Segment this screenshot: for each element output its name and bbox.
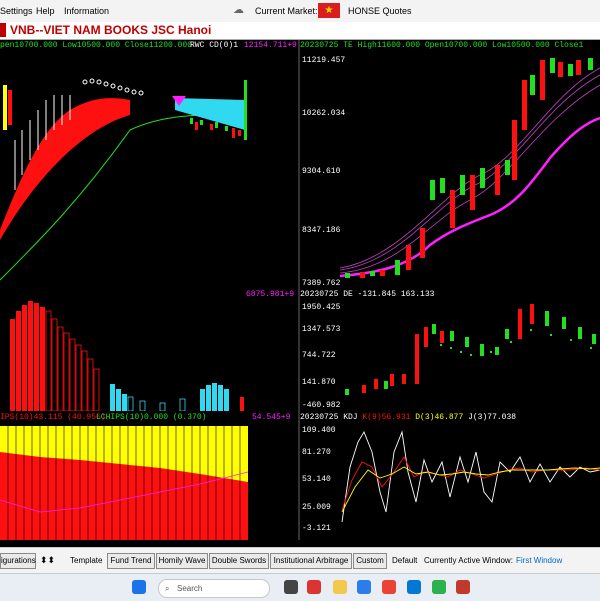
candles-red: [360, 60, 581, 278]
reorder-arrows-icon[interactable]: ⬍⬍: [40, 555, 55, 566]
institutional-arbitrage-button[interactable]: Institutional Arbitrage: [270, 553, 352, 569]
search-icon: ⌕: [165, 584, 170, 593]
app-icon[interactable]: [307, 580, 321, 594]
edge-icon[interactable]: [407, 580, 421, 594]
chart-bar: [8, 90, 12, 125]
price-panel-left[interactable]: pen10700.000 Low10500.000 Close11200.000…: [0, 40, 298, 288]
price-left-chart: [0, 78, 247, 281]
green-dots: [440, 329, 592, 356]
search-placeholder: Search: [177, 584, 203, 593]
cloud-icon: ☁: [233, 4, 244, 16]
app-logo-icon: [0, 23, 6, 37]
title-bar: VNB--VIET NAM BOOKS JSC Hanoi: [0, 22, 600, 40]
panel-divider[interactable]: [298, 40, 300, 540]
red-candles: [362, 304, 534, 393]
de-panel-right[interactable]: 20230725 DE -131.845 163.133 1950.425 13…: [300, 289, 600, 411]
double-swords-button[interactable]: Double Swords: [209, 553, 269, 569]
default-label[interactable]: Default: [392, 556, 417, 565]
custom-button[interactable]: Custom: [353, 553, 387, 569]
red-bar: [240, 397, 244, 411]
k-line: [341, 456, 600, 511]
green-candles: [345, 311, 596, 395]
circle-markers: [82, 78, 144, 96]
menu-information[interactable]: Information: [64, 6, 109, 16]
kdj-panel-left[interactable]: IPS(10)43.115 (40.956) LCHIPS(10)0.000 (…: [0, 412, 298, 540]
mail-icon[interactable]: [357, 580, 371, 594]
price-right-chart: [339, 58, 600, 278]
kdj-left-chart: [0, 426, 249, 540]
green-bar: [244, 80, 247, 140]
price-panel-right[interactable]: 20230725 TE High11600.000 Open10700.000 …: [300, 40, 600, 288]
kdj-right-chart: [341, 430, 600, 523]
ribbon: [0, 114, 241, 281]
app-green-icon[interactable]: [432, 580, 446, 594]
de-left-chart: [10, 301, 244, 411]
app-red-icon[interactable]: [456, 580, 470, 594]
taskbar-search[interactable]: ⌕ Search: [158, 579, 270, 598]
quotes-label[interactable]: HONSE Quotes: [348, 6, 412, 16]
taskbar: ⌕ Search: [0, 573, 600, 601]
j-line: [341, 430, 600, 523]
menu-bar: Settings Help Information ☁ Current Mark…: [0, 0, 600, 23]
chart-bar: [3, 85, 7, 130]
fund-trend-button[interactable]: Fund Trend: [107, 553, 155, 569]
ribbon: [0, 98, 130, 240]
homily-wave-button[interactable]: Homily Wave: [156, 553, 208, 569]
ma-line: [339, 74, 600, 271]
active-window-label: Currently Active Window:: [424, 556, 513, 565]
current-market-label: Current Market:: [255, 6, 318, 16]
menu-settings[interactable]: Settings: [0, 6, 33, 16]
chrome-icon[interactable]: [382, 580, 396, 594]
start-icon[interactable]: [132, 580, 146, 594]
task-view-icon[interactable]: [284, 580, 298, 594]
menu-help[interactable]: Help: [36, 6, 55, 16]
bottom-toolbar: igurations ⬍⬍ Template Fund Trend Homily…: [0, 547, 600, 574]
configurations-button[interactable]: igurations: [0, 553, 36, 569]
ma-line: [339, 67, 600, 269]
template-label: Template: [70, 556, 103, 565]
file-explorer-icon[interactable]: [333, 580, 347, 594]
de-right-chart: [345, 304, 596, 395]
red-outline-histogram: [45, 310, 100, 411]
cyan-outline-histogram: [127, 396, 186, 411]
active-window-value[interactable]: First Window: [516, 556, 562, 565]
stock-title: VNB--VIET NAM BOOKS JSC Hanoi: [10, 23, 212, 37]
red-histogram: [10, 301, 45, 411]
kdj-panel-right[interactable]: 20230725 KDJ K(9)56.931 D(3)46.877 J(3)7…: [300, 412, 600, 540]
vietnam-flag-icon[interactable]: ★: [318, 3, 340, 18]
de-panel-left[interactable]: 6875.981+9: [0, 289, 298, 411]
candles-green: [345, 58, 593, 278]
